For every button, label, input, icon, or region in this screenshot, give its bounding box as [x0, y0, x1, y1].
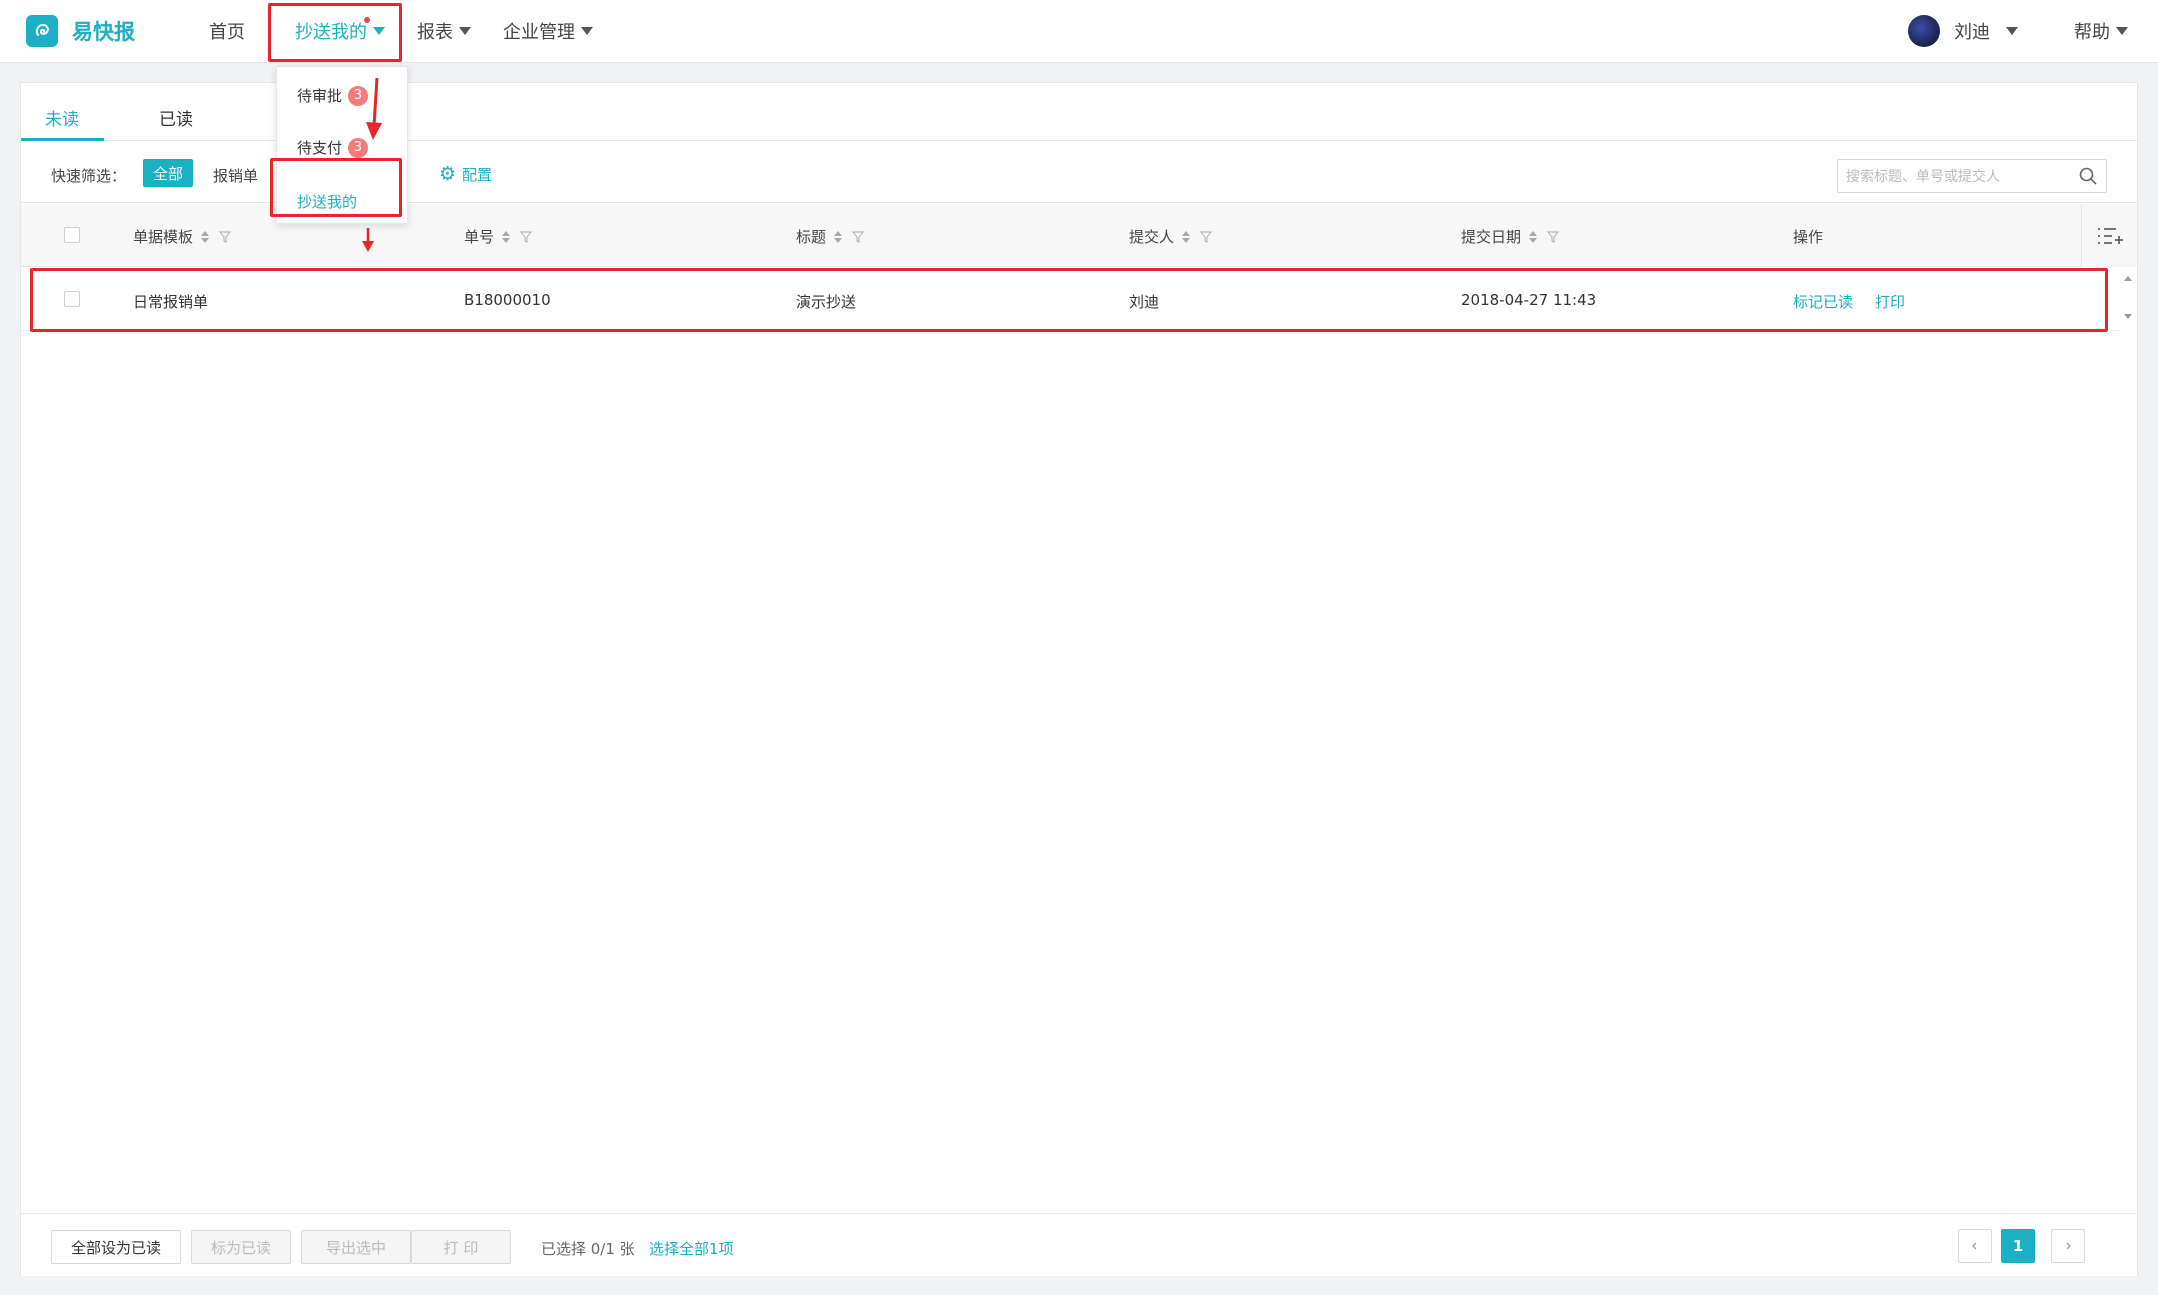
gear-icon: ⚙: [439, 163, 457, 185]
main-panel: 未读 已读 快速筛选： 全部 报销单 ⚙ 配置 单据模板 单号 标题: [20, 82, 2138, 1276]
column-list-icon: [2097, 227, 2123, 244]
search-input[interactable]: [1846, 165, 2066, 189]
nav-reports[interactable]: 报表: [417, 18, 471, 44]
help-menu[interactable]: 帮助: [2074, 18, 2128, 44]
selection-count: 已选择 0/1 张: [541, 1240, 635, 1258]
chevron-down-icon: [459, 27, 471, 35]
table-footer: 全部设为已读 标为已读 导出选中 打 印 已选择 0/1 张 选择全部1项 1: [21, 1213, 2137, 1276]
nav-enterprise[interactable]: 企业管理: [503, 18, 593, 44]
scroll-up-icon[interactable]: [2124, 276, 2132, 281]
col-template-label: 单据模板: [133, 228, 194, 246]
col-date-label: 提交日期: [1461, 228, 1522, 246]
col-header-title[interactable]: 标题: [796, 226, 865, 247]
mark-read-button[interactable]: 标为已读: [191, 1230, 291, 1264]
highlight-box-row: [30, 268, 2108, 332]
menu-item-label: 待支付: [297, 139, 343, 157]
nav-home-label: 首页: [209, 22, 245, 43]
mark-all-read-button[interactable]: 全部设为已读: [51, 1230, 181, 1264]
col-header-actions: 操作: [1793, 226, 1823, 247]
app-logo[interactable]: 易快报: [26, 15, 135, 47]
select-all-link[interactable]: 选择全部1项: [649, 1238, 734, 1259]
annotation-arrow-icon: [362, 228, 374, 252]
col-header-number[interactable]: 单号: [464, 226, 533, 247]
scroll-down-icon[interactable]: [2124, 314, 2132, 319]
user-menu[interactable]: 刘迪: [1908, 15, 2018, 47]
column-settings-button[interactable]: [2081, 204, 2137, 267]
filter-label: 快速筛选：: [51, 167, 127, 185]
filter-expense-chip[interactable]: 报销单: [213, 165, 258, 186]
annotation-arrow-icon: [366, 77, 382, 140]
menu-item-pending-approval[interactable]: 待审批 3: [297, 85, 369, 106]
avatar: [1908, 15, 1940, 47]
chevron-right-icon: [2066, 1242, 2071, 1250]
col-header-submitter[interactable]: 提交人: [1129, 226, 1213, 247]
page-1-button[interactable]: 1: [2001, 1229, 2035, 1263]
tab-read[interactable]: 已读: [159, 105, 193, 130]
table-scrollbar[interactable]: [2119, 268, 2137, 331]
chevron-left-icon: [1972, 1242, 1977, 1250]
highlight-box-menu-item: [270, 158, 402, 217]
col-actions-label: 操作: [1793, 228, 1824, 246]
sort-icon[interactable]: [1182, 230, 1191, 243]
help-label: 帮助: [2074, 22, 2110, 43]
nav-reports-label: 报表: [417, 22, 453, 43]
col-submitter-label: 提交人: [1129, 228, 1175, 246]
next-page-button[interactable]: [2051, 1229, 2085, 1263]
chevron-down-icon: [2116, 27, 2128, 35]
col-header-date[interactable]: 提交日期: [1461, 226, 1560, 247]
app-name: 易快报: [72, 20, 135, 44]
menu-item-pending-payment[interactable]: 待支付 3: [297, 137, 369, 158]
user-name: 刘迪: [1954, 22, 1990, 43]
highlight-box-nav: [268, 3, 402, 62]
top-navigation-bar: 易快报 首页 抄送我的 报表 企业管理 刘迪 帮助: [0, 0, 2158, 63]
tab-unread[interactable]: 未读: [45, 105, 79, 130]
config-button[interactable]: ⚙ 配置: [439, 163, 492, 185]
nav-enterprise-label: 企业管理: [503, 22, 575, 43]
nav-home[interactable]: 首页: [209, 18, 245, 44]
col-number-label: 单号: [464, 228, 495, 246]
filter-icon[interactable]: [520, 231, 533, 243]
print-button[interactable]: 打 印: [411, 1230, 511, 1264]
filter-all-chip[interactable]: 全部: [143, 159, 193, 187]
sort-icon[interactable]: [201, 230, 210, 243]
prev-page-button[interactable]: [1958, 1229, 1992, 1263]
search-box: [1837, 159, 2107, 193]
filter-icon[interactable]: [1547, 231, 1560, 243]
filter-icon[interactable]: [1200, 231, 1213, 243]
config-label: 配置: [462, 165, 493, 184]
logo-icon: [26, 15, 58, 47]
chevron-down-icon: [581, 27, 593, 35]
col-title-label: 标题: [796, 228, 827, 246]
sort-icon[interactable]: [1529, 230, 1538, 243]
filter-icon[interactable]: [219, 231, 232, 243]
chevron-down-icon: [2006, 27, 2018, 35]
search-icon[interactable]: [2078, 166, 2098, 186]
sort-icon[interactable]: [502, 230, 511, 243]
sort-icon[interactable]: [834, 230, 843, 243]
filter-icon[interactable]: [852, 231, 865, 243]
menu-item-label: 待审批: [297, 87, 343, 105]
select-all-checkbox[interactable]: [64, 227, 80, 243]
col-header-template[interactable]: 单据模板: [133, 226, 232, 247]
export-selected-button[interactable]: 导出选中: [301, 1230, 411, 1264]
